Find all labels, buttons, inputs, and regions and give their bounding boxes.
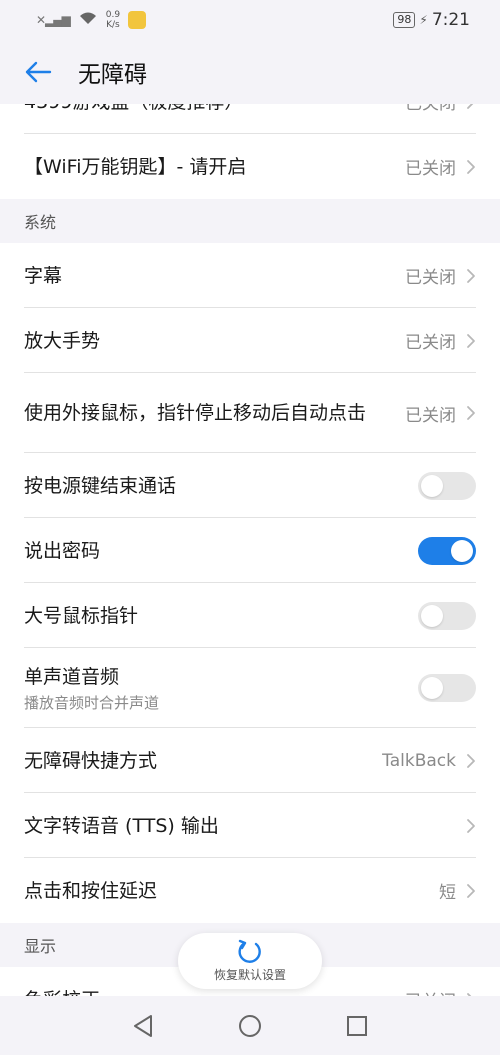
chevron-right-icon [466, 818, 476, 834]
toggle-knob [421, 604, 443, 627]
row-text: 【WiFi万能钥匙】- 请开启 [24, 154, 405, 180]
row-label: 4399游戏盒（极度推荐） [24, 104, 405, 115]
chevron-right-icon [466, 753, 476, 769]
settings-row[interactable]: 无障碍快捷方式 TalkBack [0, 728, 500, 793]
row-label: 大号鼠标指针 [24, 604, 139, 627]
row-text: 文字转语音 (TTS) 输出 [24, 813, 456, 839]
toggle-row[interactable]: 说出密码 [0, 518, 500, 583]
toggle-row[interactable]: 单声道音频播放音频时合并声道 [0, 648, 500, 728]
network-speed: 0.9 K/s [105, 10, 121, 30]
settings-row[interactable]: 使用外接鼠标，指针停止移动后自动点击 已关闭 [0, 373, 500, 453]
toggle-switch[interactable] [418, 674, 476, 702]
row-value: 已关闭 [405, 159, 456, 179]
section-header: 系统 [0, 199, 500, 243]
nav-home-icon[interactable] [237, 1013, 263, 1039]
chevron-right-icon [466, 883, 476, 899]
row-value: 已关闭 [405, 987, 456, 996]
row-label: 点击和按住延迟 [24, 879, 158, 902]
row-value: 已关闭 [405, 405, 456, 426]
toggle-row[interactable]: 大号鼠标指针 [0, 583, 500, 648]
row-sublabel: 播放音频时合并声道 [24, 693, 160, 712]
chevron-right-icon [466, 268, 476, 284]
chevron-right-icon [466, 159, 476, 175]
row-label: 单声道音频 [24, 665, 120, 688]
row-text: 字幕 [24, 263, 405, 289]
app-bar: 无障碍 [0, 40, 500, 104]
settings-row[interactable]: 字幕 已关闭 [0, 243, 500, 308]
nav-recents-icon[interactable] [344, 1013, 370, 1039]
row-text: 放大手势 [24, 328, 405, 354]
back-arrow-icon[interactable] [24, 58, 52, 86]
app-notification-icon [128, 11, 147, 29]
row-text: 使用外接鼠标，指针停止移动后自动点击 [24, 400, 405, 426]
clock: 7:21 [431, 10, 470, 30]
row-value: 已关闭 [405, 333, 456, 353]
row-text: 点击和按住延迟 [24, 878, 439, 904]
row-label: 无障碍快捷方式 [24, 749, 158, 772]
row-label: 字幕 [24, 264, 63, 287]
settings-list[interactable]: 4399游戏盒（极度推荐）已关闭【WiFi万能钥匙】- 请开启已关闭系统字幕已关… [0, 104, 500, 996]
chevron-right-icon [466, 405, 476, 421]
row-label: 使用外接鼠标，指针停止移动后自动点击 [24, 402, 367, 424]
row-value: 已关闭 [405, 268, 456, 288]
toggle-switch[interactable] [418, 471, 476, 500]
charging-icon: ⚡ [419, 13, 428, 27]
row-label: 说出密码 [24, 539, 101, 562]
row-label: 放大手势 [24, 329, 101, 352]
settings-row[interactable]: 点击和按住延迟 短 [0, 858, 500, 923]
toggle-row[interactable]: 按电源键结束通话 [0, 453, 500, 518]
toggle-switch[interactable] [418, 536, 476, 565]
row-label: 按电源键结束通话 [24, 474, 177, 497]
settings-row[interactable]: 【WiFi万能钥匙】- 请开启 已关闭 [0, 134, 500, 199]
row-text: 4399游戏盒（极度推荐） [24, 104, 405, 115]
toggle-knob [451, 539, 473, 562]
signal-icon: ✕▂▄▆ [36, 13, 71, 27]
restore-icon [235, 939, 265, 964]
page-title: 无障碍 [78, 62, 147, 88]
settings-row[interactable]: 放大手势 已关闭 [0, 308, 500, 373]
row-text: 说出密码 [24, 538, 418, 564]
wifi-icon [78, 11, 98, 29]
navigation-bar [0, 996, 500, 1055]
toggle-switch[interactable] [418, 601, 476, 630]
row-text: 大号鼠标指针 [24, 603, 418, 629]
settings-row[interactable]: 4399游戏盒（极度推荐）已关闭 [0, 104, 500, 134]
battery-icon: 98 [393, 12, 416, 28]
nav-back-icon[interactable] [130, 1013, 156, 1039]
chevron-right-icon [466, 104, 476, 110]
row-value: TalkBack [382, 750, 456, 771]
toggle-knob [421, 474, 443, 497]
row-value: 短 [439, 883, 456, 903]
row-text: 无障碍快捷方式 [24, 748, 382, 774]
toggle-knob [421, 677, 443, 699]
row-text: 单声道音频播放音频时合并声道 [24, 664, 418, 713]
status-bar: ✕▂▄▆ 0.9 K/s 98 ⚡ 7:21 [0, 0, 500, 40]
row-label: 【WiFi万能钥匙】- 请开启 [24, 155, 247, 178]
row-label: 文字转语音 (TTS) 输出 [24, 814, 219, 837]
settings-row[interactable]: 文字转语音 (TTS) 输出 [0, 793, 500, 858]
restore-label: 恢复默认设置 [213, 967, 286, 982]
row-text: 按电源键结束通话 [24, 473, 418, 499]
chevron-right-icon [466, 333, 476, 349]
restore-defaults-button[interactable]: 恢复默认设置 [178, 933, 322, 989]
row-value: 已关闭 [405, 104, 456, 114]
